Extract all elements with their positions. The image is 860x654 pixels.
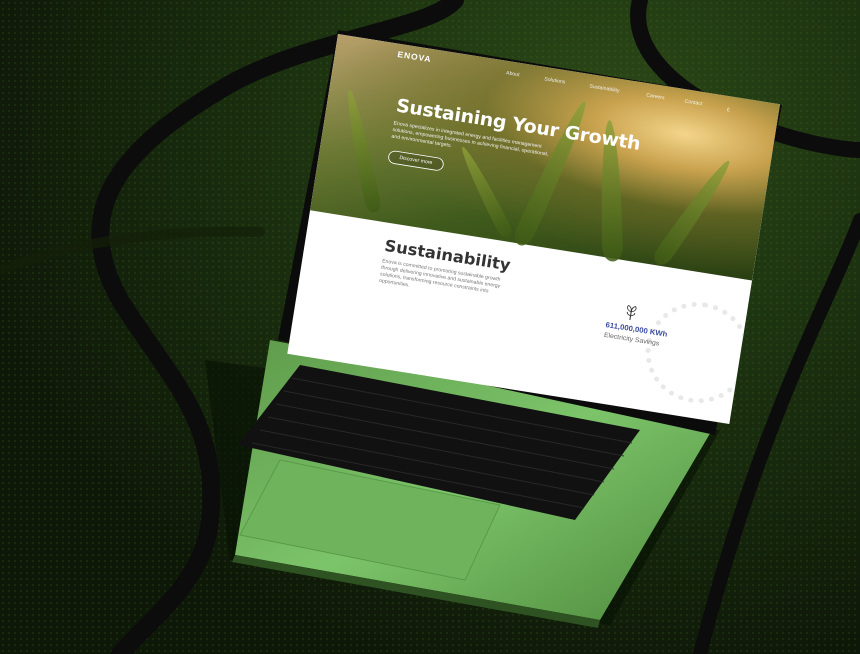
language-toggle[interactable]: ع bbox=[727, 106, 731, 112]
leaf-decoration bbox=[650, 156, 737, 269]
website-screen: ENOVA About Solutions Sustainability Car… bbox=[287, 34, 780, 424]
leaf-decoration bbox=[341, 88, 383, 214]
plant-icon bbox=[626, 304, 637, 321]
leaf-decoration bbox=[456, 144, 515, 240]
